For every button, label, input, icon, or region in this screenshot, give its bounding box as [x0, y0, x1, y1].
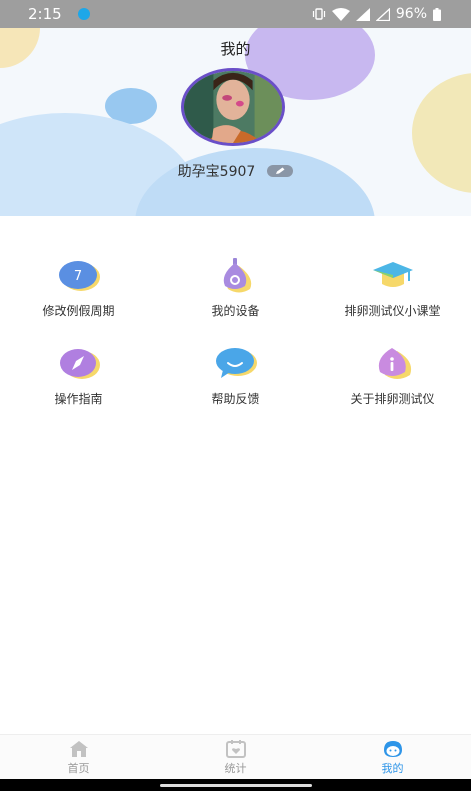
menu-grid: 7 修改例假周期 我的设备 排卵测试仪小课堂 操作指南 帮助反馈 关于排卵测试仪 [0, 258, 471, 434]
stats-icon [225, 739, 246, 758]
signal-empty-icon [375, 7, 390, 21]
status-time: 2:15 [28, 5, 62, 23]
menu-item-about[interactable]: 关于排卵测试仪 [314, 346, 471, 434]
status-right: 96% [312, 6, 471, 22]
nav-label: 我的 [381, 761, 404, 775]
menu-item-feedback[interactable]: 帮助反馈 [157, 346, 314, 434]
menu-item-device[interactable]: 我的设备 [157, 258, 314, 346]
status-bar: 2:15 96% [0, 0, 471, 28]
nav-item-stats[interactable]: 统计 [157, 735, 314, 780]
username: 助孕宝5907 [177, 164, 256, 180]
nav-item-home[interactable]: 首页 [0, 735, 157, 780]
vibrate-icon [312, 8, 325, 20]
user-row: 助孕宝5907 [0, 161, 471, 181]
status-left: 2:15 [0, 5, 90, 23]
menu-item-guide[interactable]: 操作指南 [0, 346, 157, 434]
home-icon [69, 740, 88, 757]
avatar-image [184, 71, 282, 143]
menu-label: 操作指南 [54, 392, 103, 406]
nav-item-profile[interactable]: 我的 [314, 735, 471, 780]
menu-label: 排卵测试仪小课堂 [344, 304, 441, 318]
profile-icon [383, 740, 402, 757]
page-title: 我的 [220, 40, 251, 58]
menu-label: 关于排卵测试仪 [350, 392, 435, 406]
battery-icon [433, 7, 441, 21]
nav-label: 统计 [224, 761, 247, 775]
menu-label: 修改例假周期 [42, 304, 115, 318]
avatar[interactable] [181, 68, 285, 146]
menu-item-classroom[interactable]: 排卵测试仪小课堂 [314, 258, 471, 346]
pencil-icon [276, 167, 285, 174]
graduation-cap-icon [371, 258, 415, 294]
chat-bubble-icon [214, 346, 258, 382]
menu-row: 操作指南 帮助反馈 关于排卵测试仪 [0, 346, 471, 434]
menu-row: 7 修改例假周期 我的设备 排卵测试仪小课堂 [0, 258, 471, 346]
signal-icon [355, 7, 370, 21]
notification-dot-icon [77, 8, 90, 20]
edit-profile-button[interactable] [267, 165, 294, 177]
gesture-bar [0, 779, 471, 791]
calendar-7-icon: 7 [57, 258, 101, 294]
nav-label: 首页 [67, 761, 90, 775]
home-gesture-handle[interactable] [160, 784, 312, 787]
compass-icon [57, 346, 101, 382]
menu-label: 帮助反馈 [211, 392, 260, 406]
device-icon [214, 258, 258, 294]
menu-label: 我的设备 [211, 304, 260, 318]
menu-item-cycle[interactable]: 7 修改例假周期 [0, 258, 157, 346]
profile-header: 我的 助孕宝5907 [0, 28, 471, 216]
wifi-icon [331, 7, 350, 21]
battery-percent: 96% [395, 6, 427, 22]
calendar-glyph: 7 [73, 269, 81, 284]
bottom-nav: 首页 统计 我的 [0, 734, 471, 780]
info-icon [371, 346, 415, 382]
